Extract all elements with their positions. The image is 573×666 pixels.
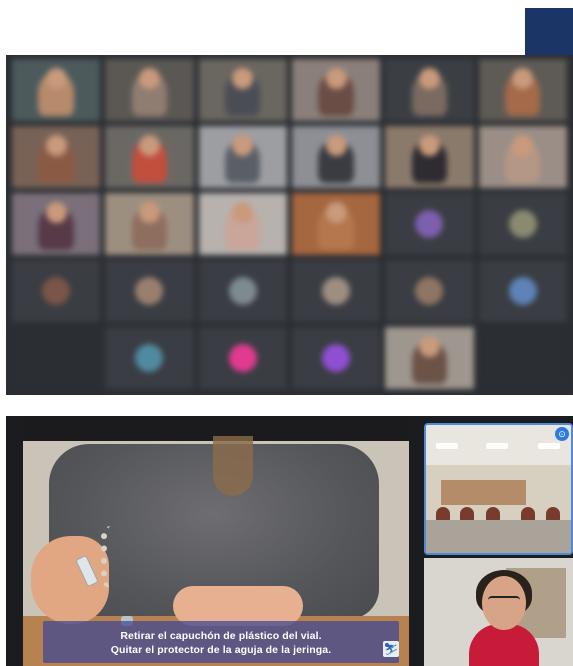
participant-video-tile[interactable] [105, 59, 194, 121]
participant-head [232, 201, 254, 223]
avatar-icon [135, 277, 164, 305]
participant-head [418, 134, 441, 156]
classroom-thumbnail[interactable]: ⊙ [424, 423, 573, 555]
participant-head [512, 134, 534, 156]
participant-video-tile[interactable] [198, 126, 287, 188]
avatar-icon [322, 344, 351, 372]
presenter-hair [213, 436, 253, 496]
subtitle-line-2: Quitar el protector de la aguja de la je… [110, 644, 332, 656]
participant-video-tile[interactable] [385, 126, 474, 188]
broadcaster-logo-icon: ⛷ [383, 641, 399, 657]
subtitle-box: Retirar el capuchón de plástico del vial… [43, 621, 399, 663]
participant-head [512, 67, 534, 89]
meeting-grid-panel [6, 55, 573, 395]
participant-head [325, 67, 347, 89]
participant-avatar-tile[interactable] [292, 260, 381, 322]
participant-head [45, 134, 67, 156]
presenter-right-hand [173, 586, 303, 626]
participant-avatar-tile[interactable] [292, 327, 381, 389]
participant-avatar-tile[interactable] [105, 327, 194, 389]
classroom-board [441, 480, 526, 505]
teacher-thumbnail[interactable] [424, 558, 573, 666]
classroom-desks [426, 520, 571, 553]
participant-avatar-tile[interactable] [105, 260, 194, 322]
participant-avatar-tile[interactable] [385, 260, 474, 322]
avatar-icon [135, 344, 164, 372]
avatar-icon [42, 277, 71, 305]
avatar-icon [508, 210, 537, 238]
participant-video-tile[interactable] [385, 327, 474, 389]
participant-video-tile[interactable] [292, 193, 381, 255]
participant-avatar-tile[interactable] [198, 327, 287, 389]
participant-head [418, 335, 441, 357]
participant-grid [12, 59, 567, 389]
participant-video-tile[interactable] [198, 59, 287, 121]
participant-head [418, 67, 441, 89]
participant-avatar-tile[interactable] [198, 260, 287, 322]
avatar-icon [322, 277, 351, 305]
participant-head [232, 134, 254, 156]
participant-video-tile[interactable] [105, 193, 194, 255]
class-video-panel: Retirar el capuchón de plástico del vial… [6, 416, 573, 666]
participant-video-tile[interactable] [292, 126, 381, 188]
participant-head [232, 67, 254, 89]
avatar-icon [415, 210, 444, 238]
participant-head [45, 67, 67, 89]
avatar-icon [415, 277, 444, 305]
ceiling-light [486, 443, 508, 449]
main-video-feed[interactable]: Retirar el capuchón de plástico del vial… [23, 416, 409, 666]
bracelet [101, 526, 125, 588]
participant-head [325, 134, 347, 156]
avatar-icon [508, 277, 537, 305]
participant-avatar-tile[interactable] [12, 260, 101, 322]
participant-video-tile[interactable] [198, 193, 287, 255]
subtitle-line-1: Retirar el capuchón de plástico del vial… [120, 630, 322, 642]
ceiling-light [538, 443, 560, 449]
participant-video-tile[interactable] [105, 126, 194, 188]
empty-tile [478, 327, 567, 389]
ceiling-light [436, 443, 458, 449]
participant-head [325, 201, 347, 223]
pin-icon[interactable]: ⊙ [555, 427, 569, 441]
participant-video-tile[interactable] [12, 59, 101, 121]
avatar-icon [228, 344, 257, 372]
participant-video-tile[interactable] [478, 59, 567, 121]
teacher-glasses [488, 596, 520, 606]
participant-avatar-tile[interactable] [478, 260, 567, 322]
participant-avatar-tile[interactable] [385, 193, 474, 255]
empty-tile [12, 327, 101, 389]
participant-video-tile[interactable] [385, 59, 474, 121]
side-thumbnails: ⊙ [424, 416, 573, 666]
participant-avatar-tile[interactable] [478, 193, 567, 255]
participant-video-tile[interactable] [292, 59, 381, 121]
teacher-body [469, 624, 539, 666]
participant-video-tile[interactable] [12, 126, 101, 188]
avatar-icon [228, 277, 257, 305]
participant-video-tile[interactable] [478, 126, 567, 188]
participant-video-tile[interactable] [12, 193, 101, 255]
participant-head [138, 67, 161, 89]
participant-head [138, 134, 161, 156]
participant-head [138, 201, 161, 223]
participant-head [45, 201, 67, 223]
